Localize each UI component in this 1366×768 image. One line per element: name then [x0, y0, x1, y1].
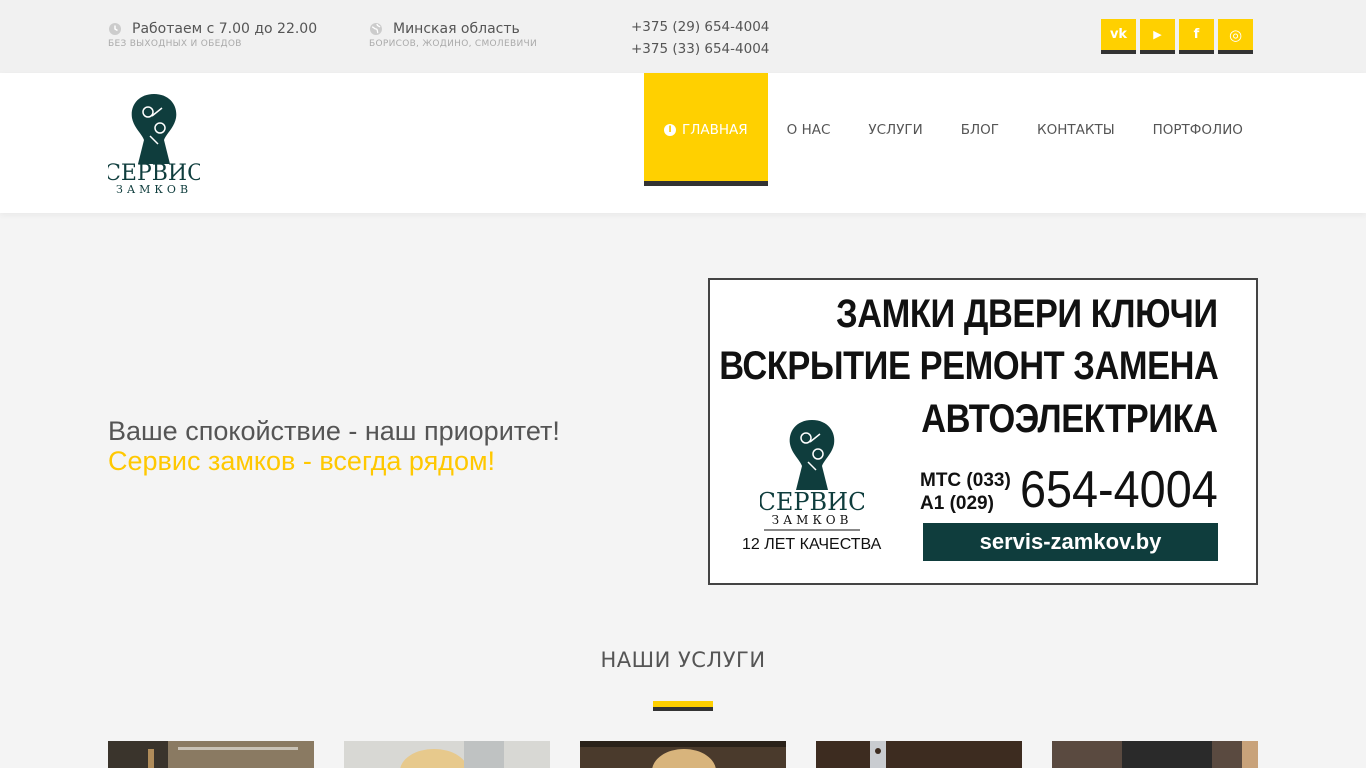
banner-operators: МТС (033) А1 (029) — [920, 469, 1011, 515]
working-hours-sub: БЕЗ ВЫХОДНЫХ И ОБЕДОВ — [108, 39, 242, 49]
social-links: vk ▶ f ◎ — [1097, 19, 1253, 54]
svg-text:ЗАМКОВ: ЗАМКОВ — [116, 183, 192, 194]
promo-banner: ЗАМКИ ДВЕРИ КЛЮЧИ ВСКРЫТИЕ РЕМОНТ ЗАМЕНА… — [708, 278, 1258, 585]
globe-icon — [370, 23, 382, 35]
instagram-icon[interactable]: ◎ — [1218, 19, 1253, 54]
nav-label: ГЛАВНАЯ — [682, 121, 748, 138]
info-icon: i — [664, 123, 676, 136]
banner-website: servis-zamkov.by — [923, 523, 1218, 561]
nav-about[interactable]: О НАС — [768, 73, 850, 186]
youtube-icon[interactable]: ▶ — [1140, 19, 1175, 54]
vk-icon[interactable]: vk — [1101, 19, 1136, 54]
operator-a1: А1 (029) — [920, 493, 994, 514]
banner-line-3: АВТОЭЛЕКТРИКА — [921, 397, 1219, 441]
facebook-icon[interactable]: f — [1179, 19, 1214, 54]
hero-headline: Ваше спокойствие - наш приоритет! — [108, 416, 560, 446]
section-divider — [653, 701, 713, 711]
contact-phones: +375 (29) 654-4004 +375 (33) 654-4004 — [631, 16, 769, 60]
banner-line-1: ЗАМКИ ДВЕРИ КЛЮЧИ — [836, 292, 1218, 336]
site-header: СЕРВИС ЗАМКОВ i ГЛАВНАЯ О НАС УСЛУГИ БЛО… — [0, 73, 1366, 213]
service-card-image[interactable] — [580, 741, 786, 768]
nav-services[interactable]: УСЛУГИ — [849, 73, 941, 186]
svg-text:СЕРВИС: СЕРВИС — [760, 488, 864, 516]
working-hours-text: Работаем с 7.00 до 22.00 — [132, 21, 318, 37]
nav-home[interactable]: i ГЛАВНАЯ — [644, 73, 768, 186]
working-hours: Работаем с 7.00 до 22.00 БЕЗ ВЫХОДНЫХ И … — [108, 21, 317, 49]
nav-portfolio[interactable]: ПОРТФОЛИО — [1134, 73, 1262, 186]
hero-subheadline: Сервис замков - всегда рядом! — [108, 446, 496, 476]
service-region: Минская область БОРИСОВ, ЖОДИНО, СМОЛЕВИ… — [369, 21, 537, 49]
svg-text:ЗАМКОВ: ЗАМКОВ — [772, 513, 853, 527]
banner-phone-number: 654-4004 — [1020, 461, 1218, 519]
service-region-text: Минская область — [393, 21, 520, 37]
service-region-sub: БОРИСОВ, ЖОДИНО, СМОЛЕВИЧИ — [369, 39, 537, 49]
service-card-image[interactable] — [816, 741, 1022, 768]
phone-link[interactable]: +375 (33) 654-4004 — [631, 38, 769, 60]
banner-years: 12 ЛЕТ КАЧЕСТВА — [742, 536, 882, 553]
banner-line-2: ВСКРЫТИЕ РЕМОНТ ЗАМЕНА — [718, 344, 1219, 388]
service-card-image[interactable] — [344, 741, 550, 768]
operator-mts: МТС (033) — [920, 470, 1011, 491]
service-card-image[interactable] — [1052, 741, 1258, 768]
phone-link[interactable]: +375 (29) 654-4004 — [631, 16, 769, 38]
banner-logo: СЕРВИС ЗАМКОВ — [760, 420, 864, 531]
clock-icon — [109, 23, 121, 35]
nav-contacts[interactable]: КОНТАКТЫ — [1018, 73, 1134, 186]
nav-blog[interactable]: БЛОГ — [942, 73, 1018, 186]
top-info-bar: Работаем с 7.00 до 22.00 БЕЗ ВЫХОДНЫХ И … — [0, 0, 1366, 73]
service-card-image[interactable] — [108, 741, 314, 768]
company-logo[interactable]: СЕРВИС ЗАМКОВ — [108, 92, 200, 194]
main-navigation: i ГЛАВНАЯ О НАС УСЛУГИ БЛОГ КОНТАКТЫ ПОР… — [644, 73, 1262, 186]
services-heading: НАШИ УСЛУГИ — [600, 648, 766, 672]
